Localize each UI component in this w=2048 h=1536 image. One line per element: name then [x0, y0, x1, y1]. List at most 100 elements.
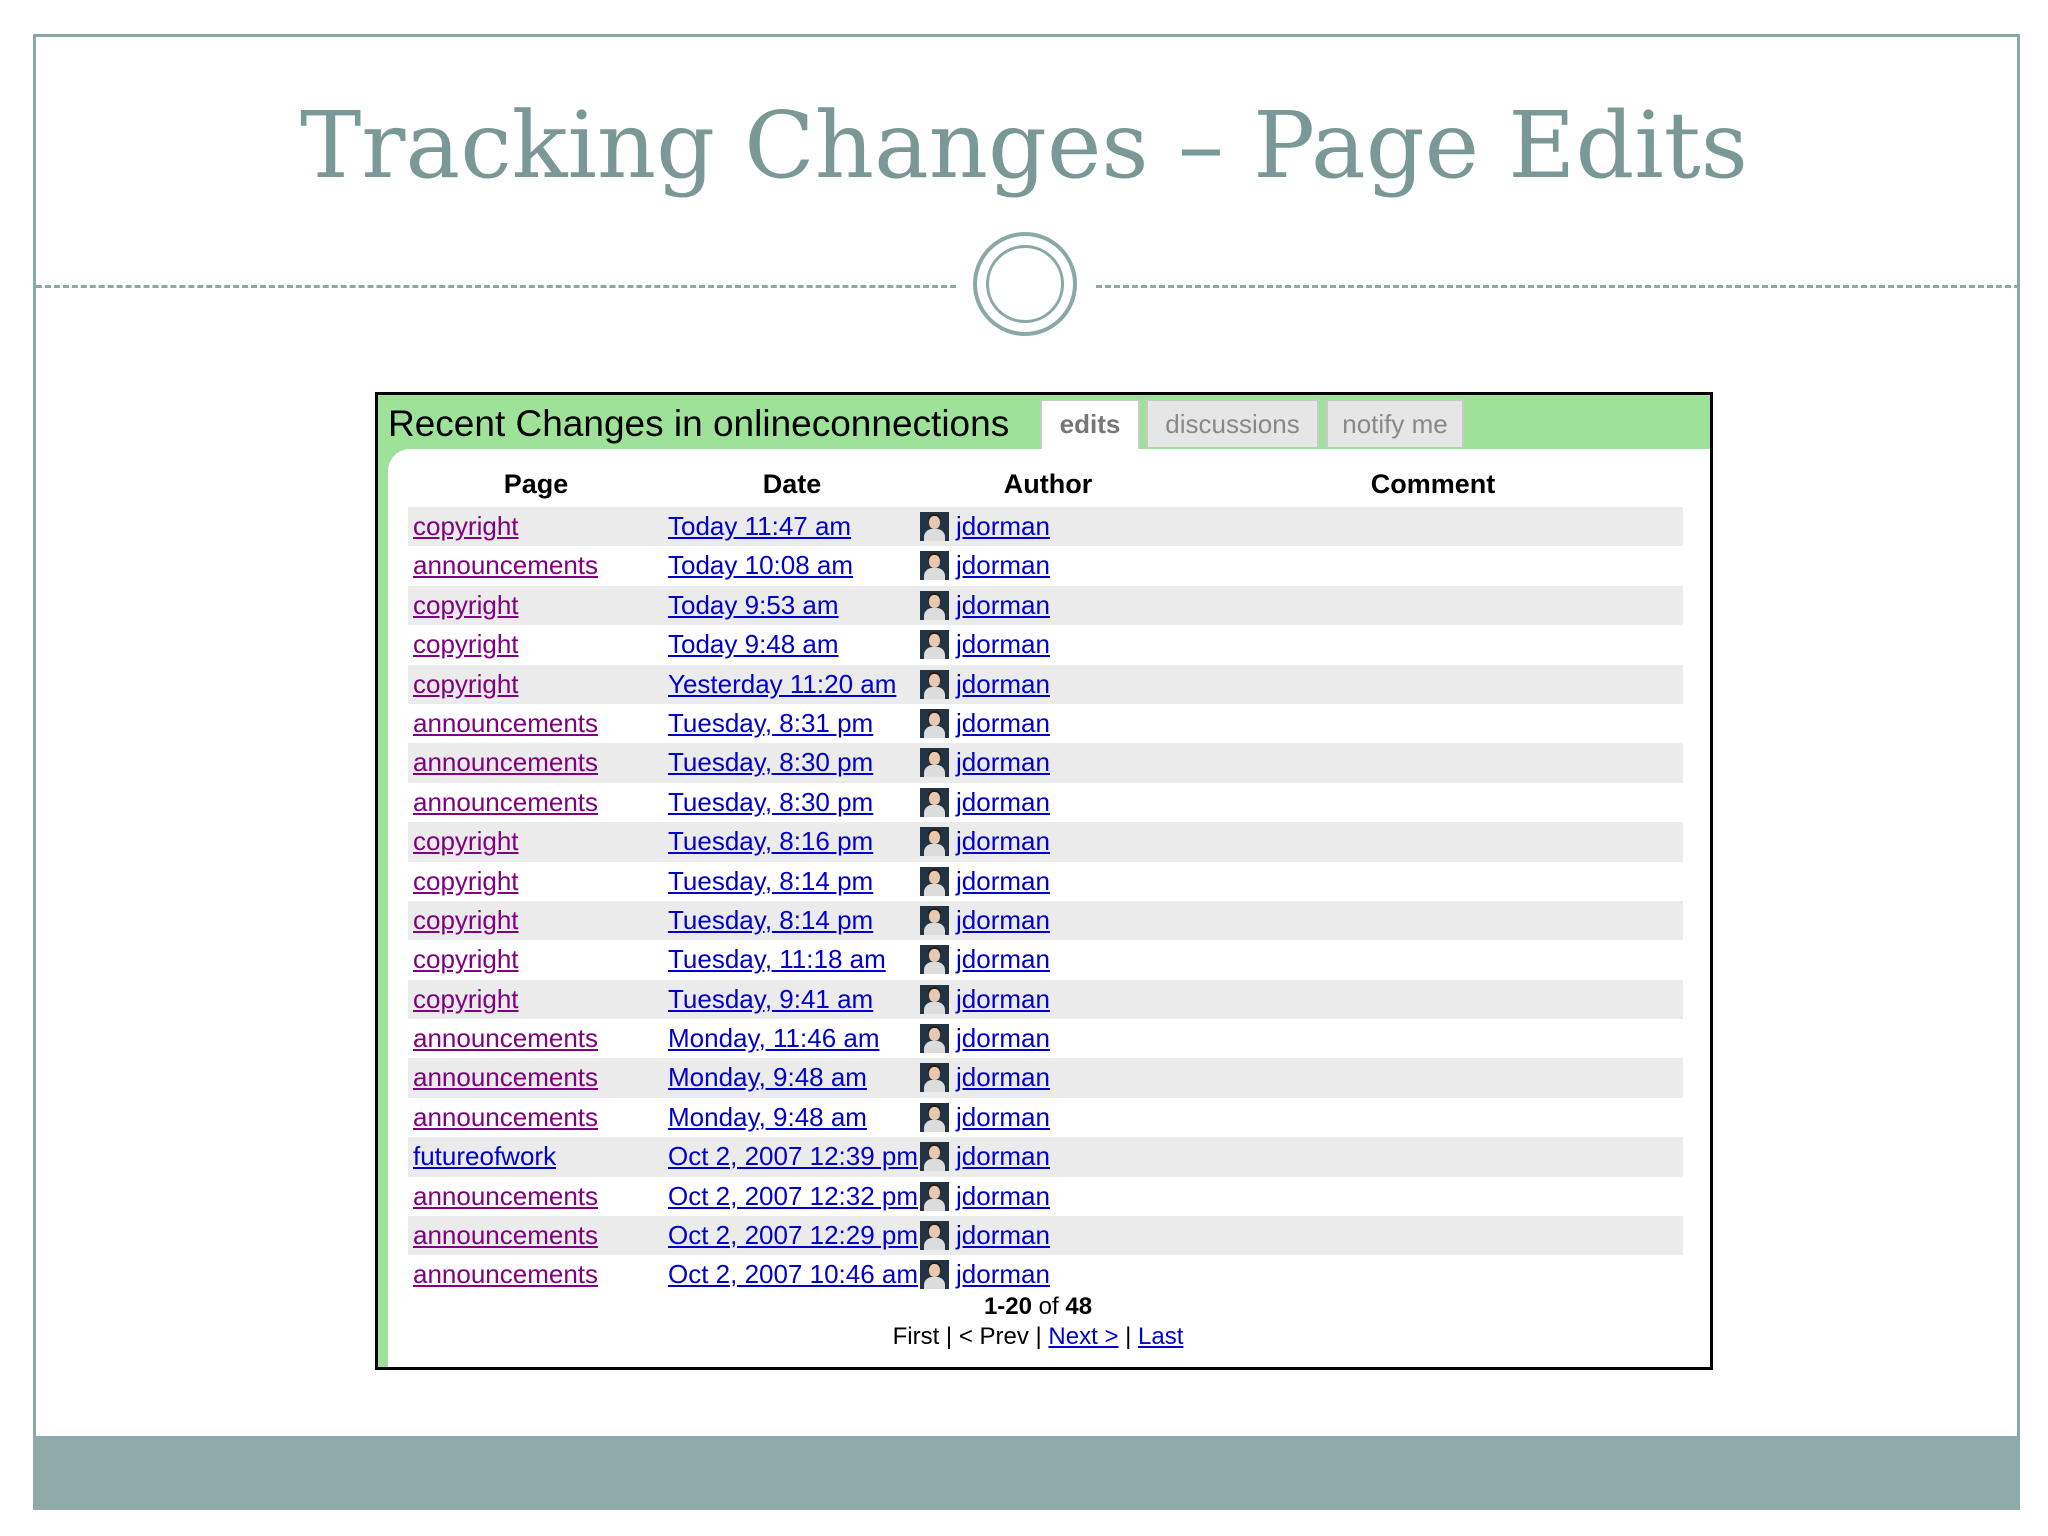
avatar-icon[interactable] — [920, 1181, 949, 1211]
avatar-icon[interactable] — [920, 669, 949, 699]
page-link[interactable]: announcements — [413, 1019, 598, 1058]
page-link[interactable]: announcements — [413, 1216, 598, 1255]
recent-changes-panel: Page Date Author Comment copyright Today … — [388, 449, 1710, 1367]
author-link[interactable]: jdorman — [956, 901, 1050, 940]
author-link[interactable]: jdorman — [956, 822, 1050, 861]
recent-changes-header: Recent Changes in onlineconnections edit… — [378, 395, 1710, 451]
avatar-icon[interactable] — [920, 708, 949, 738]
avatar-icon[interactable] — [920, 866, 949, 896]
page-link[interactable]: announcements — [413, 1177, 598, 1216]
avatar-icon[interactable] — [920, 590, 949, 620]
date-link[interactable]: Today 9:48 am — [668, 625, 839, 664]
avatar-icon[interactable] — [920, 1221, 949, 1251]
date-link[interactable]: Today 9:53 am — [668, 586, 839, 625]
date-link[interactable]: Tuesday, 11:18 am — [668, 940, 886, 979]
avatar-icon[interactable] — [920, 945, 949, 975]
page-link[interactable]: copyright — [413, 822, 519, 861]
author-link[interactable]: jdorman — [956, 1177, 1050, 1216]
author-link[interactable]: jdorman — [956, 507, 1050, 546]
date-link[interactable]: Today 11:47 am — [668, 507, 851, 546]
date-link[interactable]: Monday, 9:48 am — [668, 1058, 867, 1097]
pager-last-link[interactable]: Last — [1138, 1323, 1183, 1350]
author-link[interactable]: jdorman — [956, 1216, 1050, 1255]
tab-edits[interactable]: edits — [1040, 399, 1140, 451]
author-link[interactable]: jdorman — [956, 704, 1050, 743]
author-link[interactable]: jdorman — [956, 1019, 1050, 1058]
avatar-icon[interactable] — [920, 512, 949, 541]
page-link[interactable]: copyright — [413, 586, 519, 625]
page-link[interactable]: copyright — [413, 507, 519, 546]
slide-title: Tracking Changes – Page Edits — [300, 92, 1748, 199]
author-link[interactable]: jdorman — [956, 546, 1050, 585]
date-link[interactable]: Tuesday, 8:31 pm — [668, 704, 873, 743]
author-link[interactable]: jdorman — [956, 980, 1050, 1019]
date-link[interactable]: Tuesday, 8:16 pm — [668, 822, 873, 861]
avatar-icon[interactable] — [920, 984, 949, 1014]
footer-band — [33, 1436, 2020, 1510]
table-row: copyright Today 9:53 am jdorman — [408, 585, 1683, 626]
page-link[interactable]: announcements — [413, 1098, 598, 1137]
avatar-icon[interactable] — [920, 748, 949, 778]
author-link[interactable]: jdorman — [956, 1255, 1050, 1294]
date-link[interactable]: Oct 2, 2007 12:29 pm — [668, 1216, 918, 1255]
date-link[interactable]: Oct 2, 2007 12:32 pm — [668, 1177, 918, 1216]
author-link[interactable]: jdorman — [956, 783, 1050, 822]
page-link[interactable]: announcements — [413, 783, 598, 822]
author-link[interactable]: jdorman — [956, 1058, 1050, 1097]
date-link[interactable]: Tuesday, 8:30 pm — [668, 743, 873, 782]
avatar-icon[interactable] — [920, 787, 949, 817]
date-link[interactable]: Tuesday, 8:30 pm — [668, 783, 873, 822]
author-link[interactable]: jdorman — [956, 625, 1050, 664]
pager-next-link[interactable]: Next > — [1048, 1323, 1118, 1350]
author-link[interactable]: jdorman — [956, 1137, 1050, 1176]
author-link[interactable]: jdorman — [956, 586, 1050, 625]
avatar-icon[interactable] — [920, 551, 949, 581]
author-link[interactable]: jdorman — [956, 665, 1050, 704]
page-link[interactable]: futureofwork — [413, 1137, 556, 1176]
author-link[interactable]: jdorman — [956, 743, 1050, 782]
tab-notify-me[interactable]: notify me — [1326, 399, 1464, 447]
avatar-icon[interactable] — [920, 827, 949, 857]
recent-changes-title: Recent Changes in onlineconnections — [388, 403, 1010, 444]
table-row: copyright Today 9:48 am jdorman — [408, 625, 1683, 664]
table-row: announcements Monday, 9:48 am jdorman — [408, 1058, 1683, 1098]
page-link[interactable]: announcements — [413, 546, 598, 585]
page-link[interactable]: announcements — [413, 743, 598, 782]
page-link[interactable]: copyright — [413, 625, 519, 664]
date-link[interactable]: Tuesday, 8:14 pm — [668, 862, 873, 901]
page-link[interactable]: copyright — [413, 940, 519, 979]
avatar-icon[interactable] — [920, 1024, 949, 1054]
date-link[interactable]: Tuesday, 8:14 pm — [668, 901, 873, 940]
date-link[interactable]: Oct 2, 2007 10:46 am — [668, 1255, 918, 1294]
page-link[interactable]: copyright — [413, 665, 519, 704]
page-link[interactable]: announcements — [413, 704, 598, 743]
date-link[interactable]: Monday, 11:46 am — [668, 1019, 880, 1058]
date-link[interactable]: Yesterday 11:20 am — [668, 665, 896, 704]
author-link[interactable]: jdorman — [956, 1098, 1050, 1137]
date-link[interactable]: Oct 2, 2007 12:39 pm — [668, 1137, 918, 1176]
title-divider-right — [1096, 285, 2020, 288]
date-link[interactable]: Tuesday, 9:41 am — [668, 980, 873, 1019]
date-link[interactable]: Today 10:08 am — [668, 546, 853, 585]
page-link[interactable]: copyright — [413, 901, 519, 940]
page-link[interactable]: announcements — [413, 1255, 598, 1294]
page-link[interactable]: copyright — [413, 980, 519, 1019]
avatar-icon[interactable] — [920, 1063, 949, 1093]
table-row: announcements Monday, 11:46 am jdorman — [408, 1019, 1683, 1058]
author-link[interactable]: jdorman — [956, 940, 1050, 979]
pager-summary: 1-20 of 48 — [388, 1293, 1688, 1321]
tab-discussions[interactable]: discussions — [1146, 399, 1319, 447]
avatar-icon[interactable] — [920, 1142, 949, 1172]
avatar-icon[interactable] — [920, 905, 949, 935]
avatar-icon[interactable] — [920, 630, 949, 660]
column-header-author: Author — [1003, 469, 1093, 499]
title-divider-left — [36, 285, 956, 288]
date-link[interactable]: Monday, 9:48 am — [668, 1098, 867, 1137]
author-link[interactable]: jdorman — [956, 862, 1050, 901]
pager-prev: < Prev — [958, 1323, 1029, 1350]
table-row: copyright Today 11:47 am jdorman — [408, 507, 1683, 547]
avatar-icon[interactable] — [920, 1102, 949, 1132]
avatar-icon[interactable] — [920, 1260, 949, 1290]
page-link[interactable]: copyright — [413, 862, 519, 901]
page-link[interactable]: announcements — [413, 1058, 598, 1097]
